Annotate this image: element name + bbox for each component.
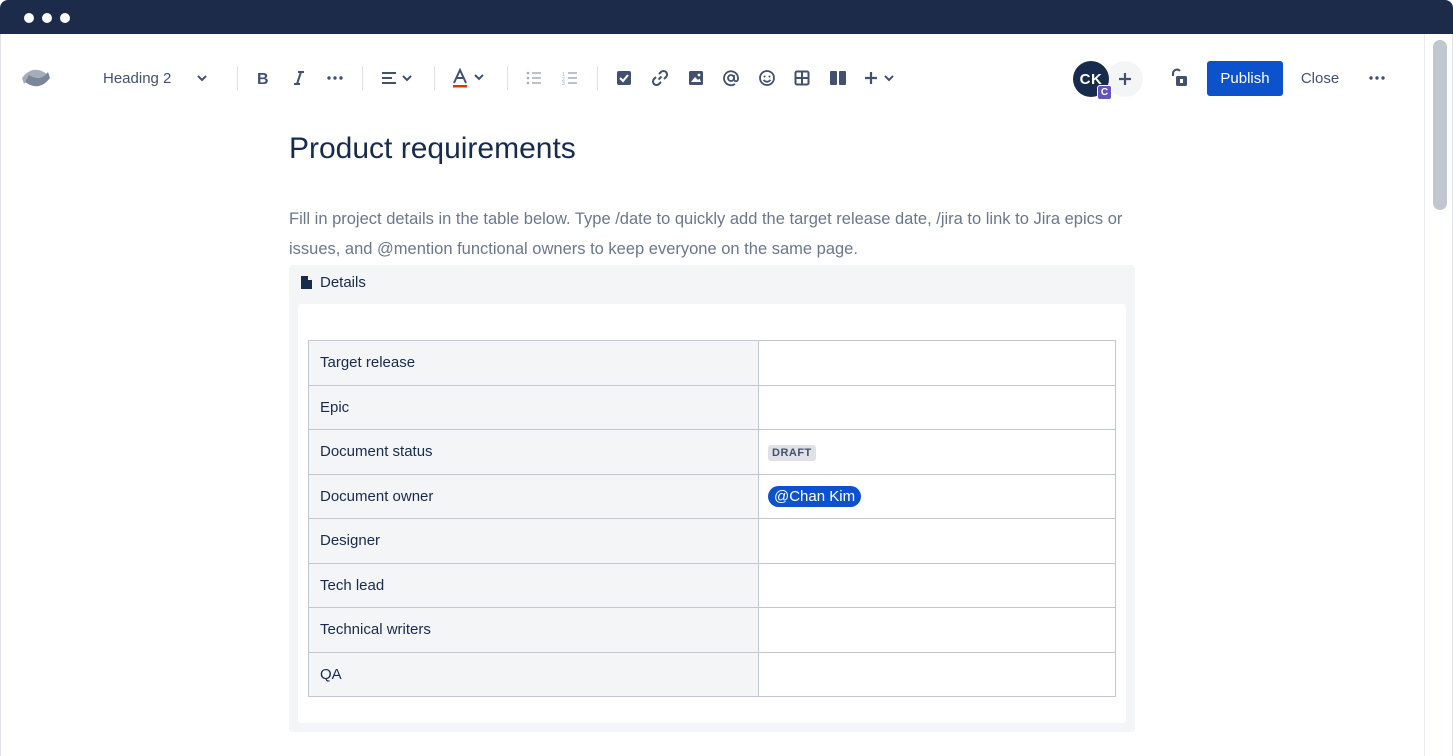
more-formatting-icon[interactable]: [322, 62, 348, 94]
window-dot-minimize[interactable]: [42, 13, 52, 23]
table-cell-key[interactable]: Epic: [308, 384, 759, 430]
more-icon[interactable]: [1364, 62, 1390, 94]
table-row: Document owner @Chan Kim: [308, 473, 1116, 519]
close-button-label: Close: [1300, 70, 1340, 87]
table-row: Epic: [308, 384, 1116, 430]
table-row: Technical writers: [308, 607, 1116, 653]
text-style-label: Heading 2: [103, 69, 172, 87]
toolbar-separator: [507, 66, 508, 90]
align-left-icon[interactable]: [376, 62, 418, 94]
avatar-badge: C: [1097, 85, 1112, 100]
table-cell-value[interactable]: [758, 562, 1116, 608]
page-title[interactable]: Product requirements: [289, 132, 576, 166]
bold-icon[interactable]: B: [250, 62, 276, 94]
table-cell-value[interactable]: @Chan Kim: [758, 473, 1116, 519]
table-cell-key[interactable]: QA: [308, 651, 759, 697]
scrollbar-thumb[interactable]: [1433, 40, 1447, 210]
details-panel-title: Details: [320, 273, 366, 291]
window-dot-close[interactable]: [24, 13, 34, 23]
publish-button-label: Publish: [1220, 70, 1270, 87]
at-icon[interactable]: [718, 62, 744, 94]
user-mention[interactable]: @Chan Kim: [768, 485, 862, 507]
text-style-dropdown[interactable]: Heading 2: [96, 62, 220, 94]
table-icon[interactable]: [789, 62, 815, 94]
layout-icon[interactable]: [825, 62, 851, 94]
details-panel-header[interactable]: Details: [300, 271, 366, 293]
avatar-badge-label: C: [1100, 87, 1109, 98]
table-cell-key[interactable]: Designer: [308, 518, 759, 564]
plus-icon: [1119, 73, 1131, 85]
table-cell-key[interactable]: Tech lead: [308, 562, 759, 608]
toolbar-separator: [362, 66, 363, 90]
table-row: Target release: [308, 340, 1116, 386]
invite-collaborator-button[interactable]: [1107, 61, 1143, 97]
table-row: Tech lead: [308, 562, 1116, 608]
table-cell-key[interactable]: Document status: [308, 429, 759, 475]
details-table: Target release Epic Document status DRAFT Do…: [308, 340, 1116, 697]
publish-button[interactable]: Publish: [1207, 61, 1283, 96]
table-cell-key[interactable]: Target release: [308, 340, 759, 386]
numbered-list-icon[interactable]: 1 2 3: [557, 62, 583, 94]
table-cell-value[interactable]: [758, 607, 1116, 653]
insert-plus-icon[interactable]: [862, 62, 900, 94]
table-cell-value[interactable]: DRAFT: [758, 429, 1116, 475]
table-row: QA: [308, 651, 1116, 697]
text-color-icon[interactable]: [449, 62, 489, 94]
chevron-down-icon: [196, 71, 208, 89]
document-icon: [300, 275, 313, 290]
table-cell-value[interactable]: [758, 384, 1116, 430]
italic-icon[interactable]: [286, 62, 312, 94]
table-cell-key[interactable]: Document owner: [308, 473, 759, 519]
status-badge[interactable]: DRAFT: [768, 444, 816, 461]
table-cell-value[interactable]: [758, 518, 1116, 564]
toolbar-separator: [597, 66, 598, 90]
close-button[interactable]: Close: [1290, 61, 1350, 96]
table-cell-key[interactable]: Technical writers: [308, 607, 759, 653]
bullet-list-icon[interactable]: [521, 62, 547, 94]
confluence-logo-icon[interactable]: [20, 62, 52, 94]
table-row: Document status DRAFT: [308, 429, 1116, 475]
toolbar-separator: [237, 66, 238, 90]
intro-paragraph[interactable]: Fill in project details in the table bel…: [289, 204, 1149, 264]
svg-text:B: B: [257, 71, 269, 86]
checkbox-icon[interactable]: [611, 62, 637, 94]
table-cell-value[interactable]: [758, 651, 1116, 697]
window-dot-maximize[interactable]: [60, 13, 70, 23]
link-icon[interactable]: [647, 62, 673, 94]
window-titlebar: [0, 0, 1453, 34]
emoji-icon[interactable]: [754, 62, 780, 94]
toolbar-separator: [434, 66, 435, 90]
table-cell-value[interactable]: [758, 340, 1116, 386]
svg-text:3: 3: [562, 81, 565, 85]
table-row: Designer: [308, 518, 1116, 564]
unlock-icon[interactable]: [1166, 62, 1192, 94]
image-icon[interactable]: [683, 62, 709, 94]
